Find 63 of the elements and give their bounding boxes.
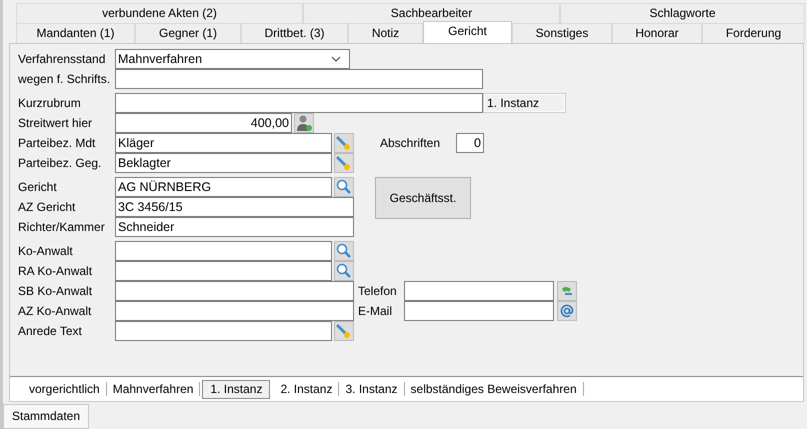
tab[interactable]: Gericht [423, 21, 512, 43]
input-field[interactable] [115, 281, 354, 301]
key-icon[interactable] [334, 321, 354, 341]
field-label: Streitwert hier [18, 116, 94, 130]
instance-label: 1. Instanz [484, 94, 565, 112]
input-field[interactable] [404, 301, 554, 321]
tab[interactable]: 1. Instanz [202, 380, 270, 398]
input-field[interactable] [115, 321, 332, 341]
tab[interactable]: Honorar [612, 23, 702, 43]
field-label: RA Ko-Anwalt [18, 264, 94, 278]
tab[interactable]: Sachbearbeiter [303, 3, 560, 23]
field-label: SB Ko-Anwalt [18, 284, 94, 298]
tab[interactable]: Stammdaten [3, 404, 90, 429]
tab[interactable]: Mahnverfahren [106, 382, 200, 396]
field-label: AZ Ko-Anwalt [18, 304, 92, 318]
tab[interactable]: 3. Instanz [339, 382, 405, 396]
input-field[interactable] [115, 69, 483, 89]
office-button[interactable]: Geschäftsst. [375, 177, 471, 219]
input-field[interactable]: Kläger [115, 133, 332, 153]
search-icon[interactable] [334, 261, 354, 281]
tab[interactable]: Sonstiges [512, 23, 612, 43]
field-label: Anrede Text [18, 324, 83, 338]
search-icon[interactable] [334, 177, 354, 197]
field-label: Gericht [18, 180, 58, 194]
tab[interactable]: verbundene Akten (2) [16, 3, 303, 23]
field-label: AZ Gericht [18, 200, 76, 214]
key-icon[interactable] [334, 133, 354, 153]
input-field[interactable]: 3C 3456/15 [115, 197, 354, 217]
field-label: Kurzrubrum [18, 96, 82, 110]
input-field[interactable]: Beklagter [115, 153, 332, 173]
field-label: Richter/Kammer [18, 220, 106, 234]
person-icon[interactable] [294, 113, 314, 133]
field-label: Verfahrensstand [18, 52, 106, 66]
key-icon[interactable] [334, 153, 354, 173]
tab[interactable]: selbständiges Beweisverfahren [404, 382, 584, 396]
tab[interactable]: Drittbet. (3) [241, 23, 348, 43]
chevron-down-icon [331, 56, 341, 62]
field-label: Telefon [358, 284, 398, 298]
input-field[interactable]: 0 [456, 133, 484, 153]
tab[interactable]: Mandanten (1) [16, 23, 135, 43]
tab[interactable]: Notiz [348, 23, 423, 43]
search-icon[interactable] [334, 241, 354, 261]
tab[interactable]: Forderung [702, 23, 805, 43]
field-label: Parteibez. Mdt [18, 136, 96, 150]
input-field[interactable]: 400,00 [115, 113, 292, 133]
input-field[interactable] [115, 261, 332, 281]
field-label: Parteibez. Geg. [18, 156, 102, 170]
tab[interactable]: vorgerichtlich [23, 382, 107, 396]
input-field[interactable]: Schneider [115, 217, 354, 237]
input-field[interactable] [404, 281, 554, 301]
field-label: E-Mail [358, 304, 394, 318]
email-icon[interactable] [557, 301, 577, 321]
field-label: Ko-Anwalt [18, 244, 74, 258]
field-label: wegen f. Schrifts. [18, 72, 112, 86]
tab[interactable]: 2. Instanz [274, 382, 340, 396]
input-field[interactable] [115, 301, 354, 321]
input-field[interactable] [115, 93, 483, 113]
tab[interactable]: Schlagworte [560, 3, 805, 23]
input-field[interactable]: AG NÜRNBERG [115, 177, 332, 197]
tab[interactable]: Gegner (1) [135, 23, 241, 43]
field-label: Abschriften [380, 136, 442, 150]
input-field[interactable] [115, 241, 332, 261]
dropdown[interactable]: Mahnverfahren [115, 49, 350, 69]
